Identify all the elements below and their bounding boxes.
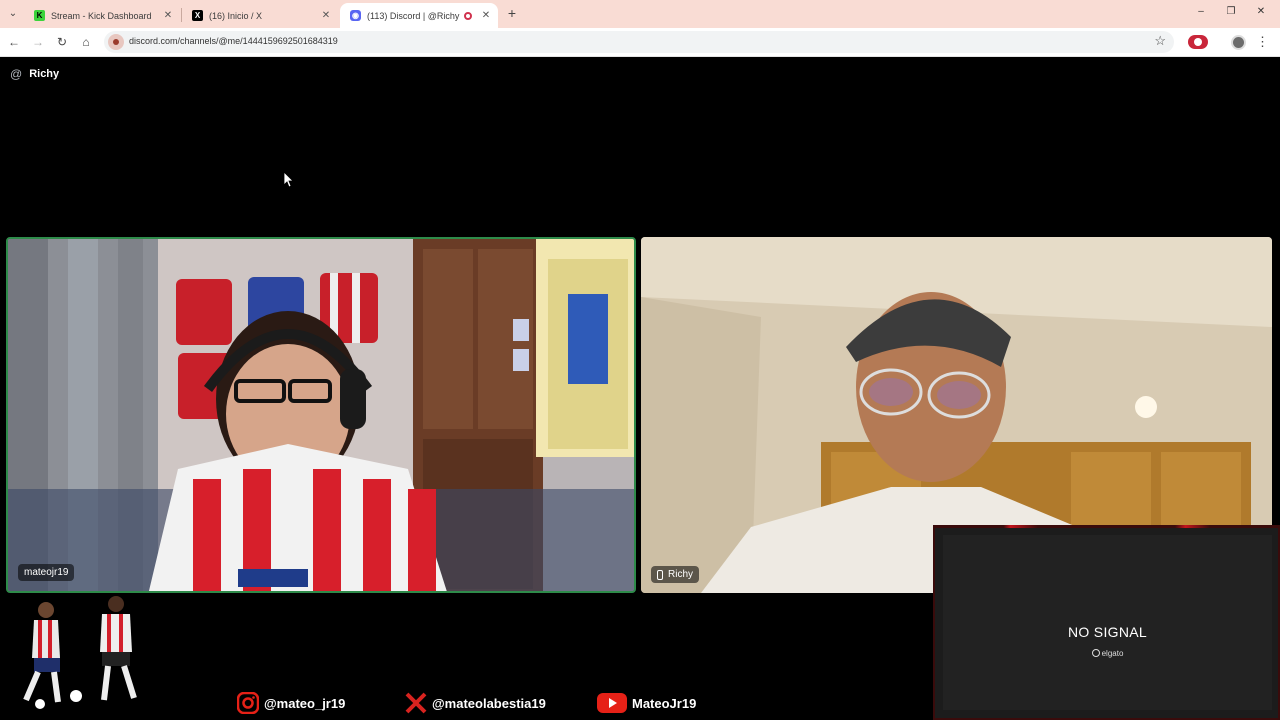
no-signal-text: NO SIGNAL (1068, 624, 1147, 640)
close-tab-icon[interactable]: ✕ (478, 10, 494, 21)
profile-avatar[interactable] (1231, 35, 1246, 50)
url-text: discord.com/channels/@me/144415969250168… (129, 36, 338, 46)
participant-name-badge: Richy (651, 566, 700, 583)
tab-title: Stream - Kick Dashboard (51, 10, 152, 21)
tab-title: (113) Discord | @Richy (367, 10, 460, 21)
dm-header: @ Richy (10, 67, 59, 81)
instagram-handle: @mateo_jr19 (237, 692, 345, 714)
discord-icon: ◉ (350, 10, 361, 21)
minimize-window-icon[interactable]: – (1193, 6, 1209, 20)
youtube-icon (597, 692, 627, 714)
tab-title: (16) Inicio / X (209, 10, 263, 21)
x-logo-icon: X (192, 10, 203, 21)
x-logo-icon (405, 692, 427, 714)
dm-recipient-name: Richy (29, 68, 60, 80)
capture-card-overlay: NO SIGNAL elgato (933, 525, 1280, 720)
participant-tile-mateojr19[interactable]: mateojr19 (6, 237, 636, 593)
browser-tab-bar: ⌄ K Stream - Kick Dashboard ✕ X (16) Ini… (0, 0, 1280, 28)
close-tab-icon[interactable]: ✕ (318, 10, 334, 21)
participant-name: Richy (668, 569, 694, 580)
mobile-device-icon (657, 569, 663, 580)
mouse-cursor-icon (284, 172, 294, 188)
instagram-handle-text: @mateo_jr19 (264, 695, 346, 711)
youtube-handle-text: MateoJr19 (632, 695, 697, 711)
back-arrow-icon[interactable]: ← (6, 34, 22, 50)
browser-toolbar: ← → ↻ ⌂ discord.com/channels/@me/1444159… (0, 28, 1280, 57)
elgato-logo: elgato (943, 649, 1272, 658)
elgato-icon (1091, 649, 1100, 657)
reload-icon[interactable]: ↻ (54, 34, 70, 50)
address-bar[interactable]: discord.com/channels/@me/144415969250168… (104, 31, 1174, 53)
tab-x-inicio[interactable]: X (16) Inicio / X ✕ (182, 3, 338, 28)
elgato-brand-text: elgato (1101, 649, 1124, 658)
site-info-icon[interactable] (108, 34, 124, 50)
forward-arrow-icon[interactable]: → (30, 34, 46, 50)
close-window-icon[interactable]: ✕ (1253, 6, 1269, 20)
at-mention-icon: @ (10, 67, 23, 81)
recording-indicator-icon (464, 11, 472, 20)
browser-menu-icon[interactable]: ⋮ (1256, 34, 1269, 50)
social-handles-bar: @mateo_jr19 @mateolabestia19 MateoJr19 (0, 686, 930, 720)
kick-icon: K (34, 10, 45, 21)
tab-search-chevron-icon[interactable]: ⌄ (5, 6, 21, 22)
youtube-handle: MateoJr19 (597, 692, 696, 714)
x-handle: @mateolabestia19 (405, 692, 546, 714)
capture-preview: NO SIGNAL elgato (943, 535, 1272, 710)
x-handle-text: @mateolabestia19 (432, 695, 546, 711)
tab-kick-dashboard[interactable]: K Stream - Kick Dashboard ✕ (24, 3, 180, 28)
home-icon[interactable]: ⌂ (78, 34, 94, 50)
video-feed-mateojr19 (8, 239, 634, 591)
tab-discord[interactable]: ◉ (113) Discord | @Richy ✕ (340, 3, 498, 28)
close-tab-icon[interactable]: ✕ (160, 10, 176, 21)
participant-name: mateojr19 (24, 567, 69, 578)
participant-name-badge: mateojr19 (18, 564, 75, 581)
new-tab-button[interactable]: + (504, 5, 520, 21)
bookmark-star-icon[interactable]: ☆ (1154, 33, 1166, 49)
extension-icon[interactable] (1188, 35, 1208, 49)
instagram-icon (237, 692, 259, 714)
restore-window-icon[interactable]: ❐ (1223, 6, 1239, 20)
